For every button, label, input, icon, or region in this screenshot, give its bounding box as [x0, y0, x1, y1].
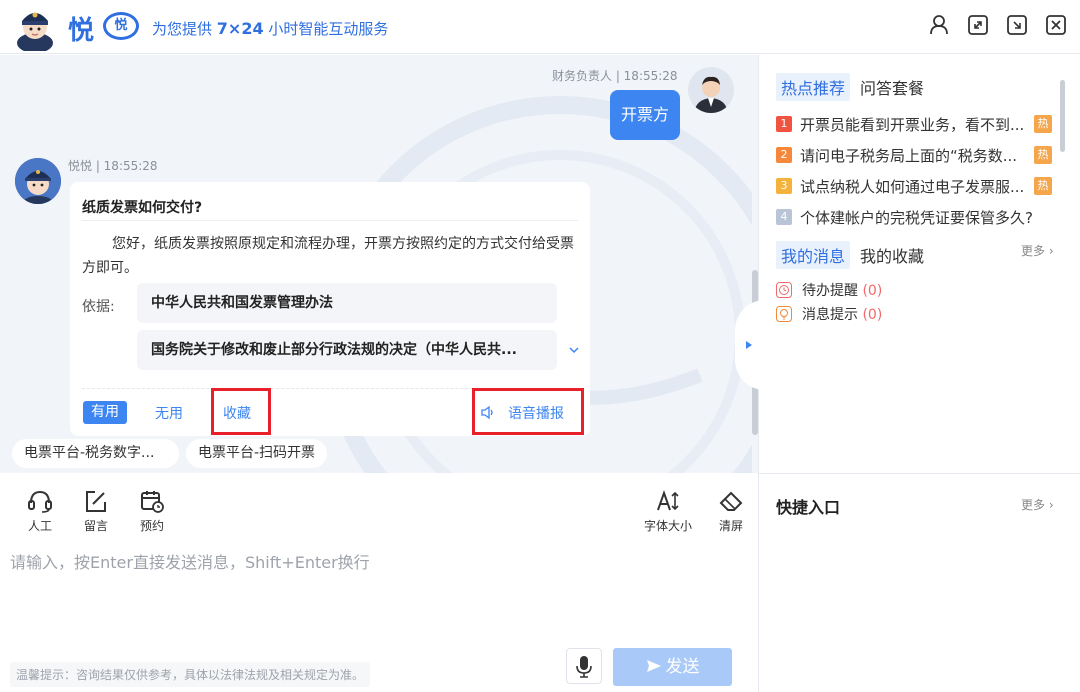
disclaimer-tip: 温馨提示：咨询结果仅供参考，具体以法律法规及相关规定为准。: [10, 662, 371, 687]
tagline-pre: 为您提供: [152, 20, 217, 38]
input-toolbar: 人工 留言 预约 字体大小 清屏: [0, 473, 758, 539]
send-icon: [646, 660, 661, 672]
hot-item[interactable]: 4 个体建帐户的完税凭证要保管多久?: [776, 207, 1066, 229]
more-label: 更多: [1021, 498, 1046, 512]
microphone-button[interactable]: [566, 648, 602, 684]
message-input[interactable]: [10, 549, 745, 639]
suggestion-chip-1[interactable]: 电票平台-税务数字...: [12, 439, 179, 468]
more-link-quick-entry[interactable]: 更多 ›: [1021, 496, 1054, 513]
tool-leave-message[interactable]: 留言: [72, 489, 120, 534]
useless-button[interactable]: 无用: [155, 403, 183, 423]
suggestion-chip-2[interactable]: 电票平台-扫码开票: [186, 439, 328, 468]
mascot-small-icon: [15, 158, 61, 204]
bulb-icon: [776, 306, 792, 322]
hot-tag: 热: [1034, 146, 1052, 164]
useful-button[interactable]: 有用: [83, 401, 127, 424]
highlight-box-voice: [472, 388, 584, 435]
law-reference-2[interactable]: 国务院关于修改和废止部分行政法规的决定（中华人民共...: [137, 330, 557, 370]
calendar-clock-icon: [141, 491, 164, 513]
tab-qa-package[interactable]: 问答套餐: [855, 73, 929, 101]
font-size-icon: [657, 489, 679, 511]
tab-my-favorites[interactable]: 我的收藏: [855, 241, 929, 269]
more-link-messages[interactable]: 更多 ›: [1021, 242, 1054, 259]
tool-label: 字体大小: [643, 519, 692, 533]
highlight-box-favorite: [211, 388, 271, 435]
hot-item[interactable]: 3 试点纳税人如何通过电子发票服... 热: [776, 176, 1066, 198]
header-bar: 悦 悦 为您提供 7×24 小时智能互动服务: [0, 0, 1080, 54]
hot-tag: 热: [1034, 115, 1052, 133]
user-message-bubble: 开票方: [610, 90, 680, 140]
more-label: 更多: [1021, 244, 1046, 258]
tool-label: 人工: [27, 519, 52, 533]
message-notice-count: (0): [862, 307, 883, 323]
todo-reminder-count: (0): [862, 283, 883, 299]
minimize-window-icon[interactable]: [1006, 14, 1028, 36]
right-panel-divider: [758, 473, 1080, 474]
send-label: 发送: [665, 657, 700, 677]
hot-item-rank: 1: [776, 116, 792, 132]
tool-label: 预约: [139, 519, 164, 533]
hot-item-rank: 2: [776, 147, 792, 163]
tool-clear-screen[interactable]: 清屏: [707, 489, 755, 534]
tool-label: 清屏: [718, 519, 743, 533]
answer-title: 纸质发票如何交付?: [82, 200, 203, 216]
hot-item-text: 试点纳税人如何通过电子发票服...: [800, 178, 1025, 196]
hot-item-text: 个体建帐户的完税凭证要保管多久?: [800, 209, 1033, 227]
message-notice-text: 消息提示 (0): [802, 304, 882, 324]
microphone-icon: [576, 656, 592, 678]
answer-text: 您好，纸质发票按照原规定和流程办理，开票方按照约定的方式交付给受票方即可。: [82, 236, 574, 276]
chevron-down-icon[interactable]: [568, 344, 580, 356]
tab-hot-recommend[interactable]: 热点推荐: [776, 73, 851, 101]
tool-font-size[interactable]: 字体大小: [640, 489, 696, 534]
tool-appointment[interactable]: 预约: [128, 489, 176, 534]
message-input-area: [0, 539, 758, 649]
clock-icon: [776, 282, 792, 298]
hot-item-rank: 3: [776, 178, 792, 194]
basis-label: 依据:: [82, 299, 115, 315]
brand-badge: 悦: [103, 12, 139, 40]
hot-item[interactable]: 1 开票员能看到开票业务，看不到... 热: [776, 114, 1066, 136]
mascot-avatar-icon: [17, 12, 53, 51]
expand-icon[interactable]: [967, 14, 989, 36]
hot-item[interactable]: 2 请问电子税务局上面的“税务数... 热: [776, 145, 1066, 167]
user-avatar: [688, 67, 734, 113]
message-notice-label: 消息提示: [802, 307, 858, 323]
hot-tag: 热: [1034, 177, 1052, 195]
todo-reminder-label: 待办提醒: [802, 283, 858, 299]
tab-my-messages[interactable]: 我的消息: [776, 241, 851, 269]
headset-icon: [28, 490, 52, 513]
tagline-post: 小时智能互动服务: [263, 20, 389, 38]
hot-item-text: 请问电子税务局上面的“税务数...: [800, 147, 1018, 165]
businessman-avatar-icon: [688, 67, 734, 113]
user-icon[interactable]: [928, 14, 950, 36]
tool-label: 留言: [83, 519, 108, 533]
hot-item-rank: 4: [776, 209, 792, 225]
law-reference-1[interactable]: 中华人民共和国发票管理办法: [137, 283, 557, 323]
bot-message-meta: 悦悦 | 18:55:28: [68, 159, 158, 173]
close-icon[interactable]: [1045, 14, 1067, 36]
header-tagline: 为您提供 7×24 小时智能互动服务: [152, 18, 388, 39]
collapse-panel-tab[interactable]: [735, 300, 765, 390]
user-message-meta: 财务负责人 | 18:55:28: [552, 69, 678, 83]
send-button[interactable]: 发送: [613, 648, 732, 686]
quick-entry-title: 快捷入口: [776, 498, 841, 517]
bot-avatar: [15, 158, 61, 204]
todo-reminder-text: 待办提醒 (0): [802, 280, 882, 300]
edit-icon: [86, 491, 106, 512]
caret-right-icon: [746, 341, 752, 349]
tagline-em: 7×24: [216, 19, 264, 38]
hot-item-text: 开票员能看到开票业务，看不到...: [800, 116, 1025, 134]
eraser-icon: [719, 491, 743, 511]
tool-human-agent[interactable]: 人工: [16, 489, 64, 534]
card-divider: [82, 220, 578, 221]
brand-logo: 悦: [68, 16, 95, 46]
